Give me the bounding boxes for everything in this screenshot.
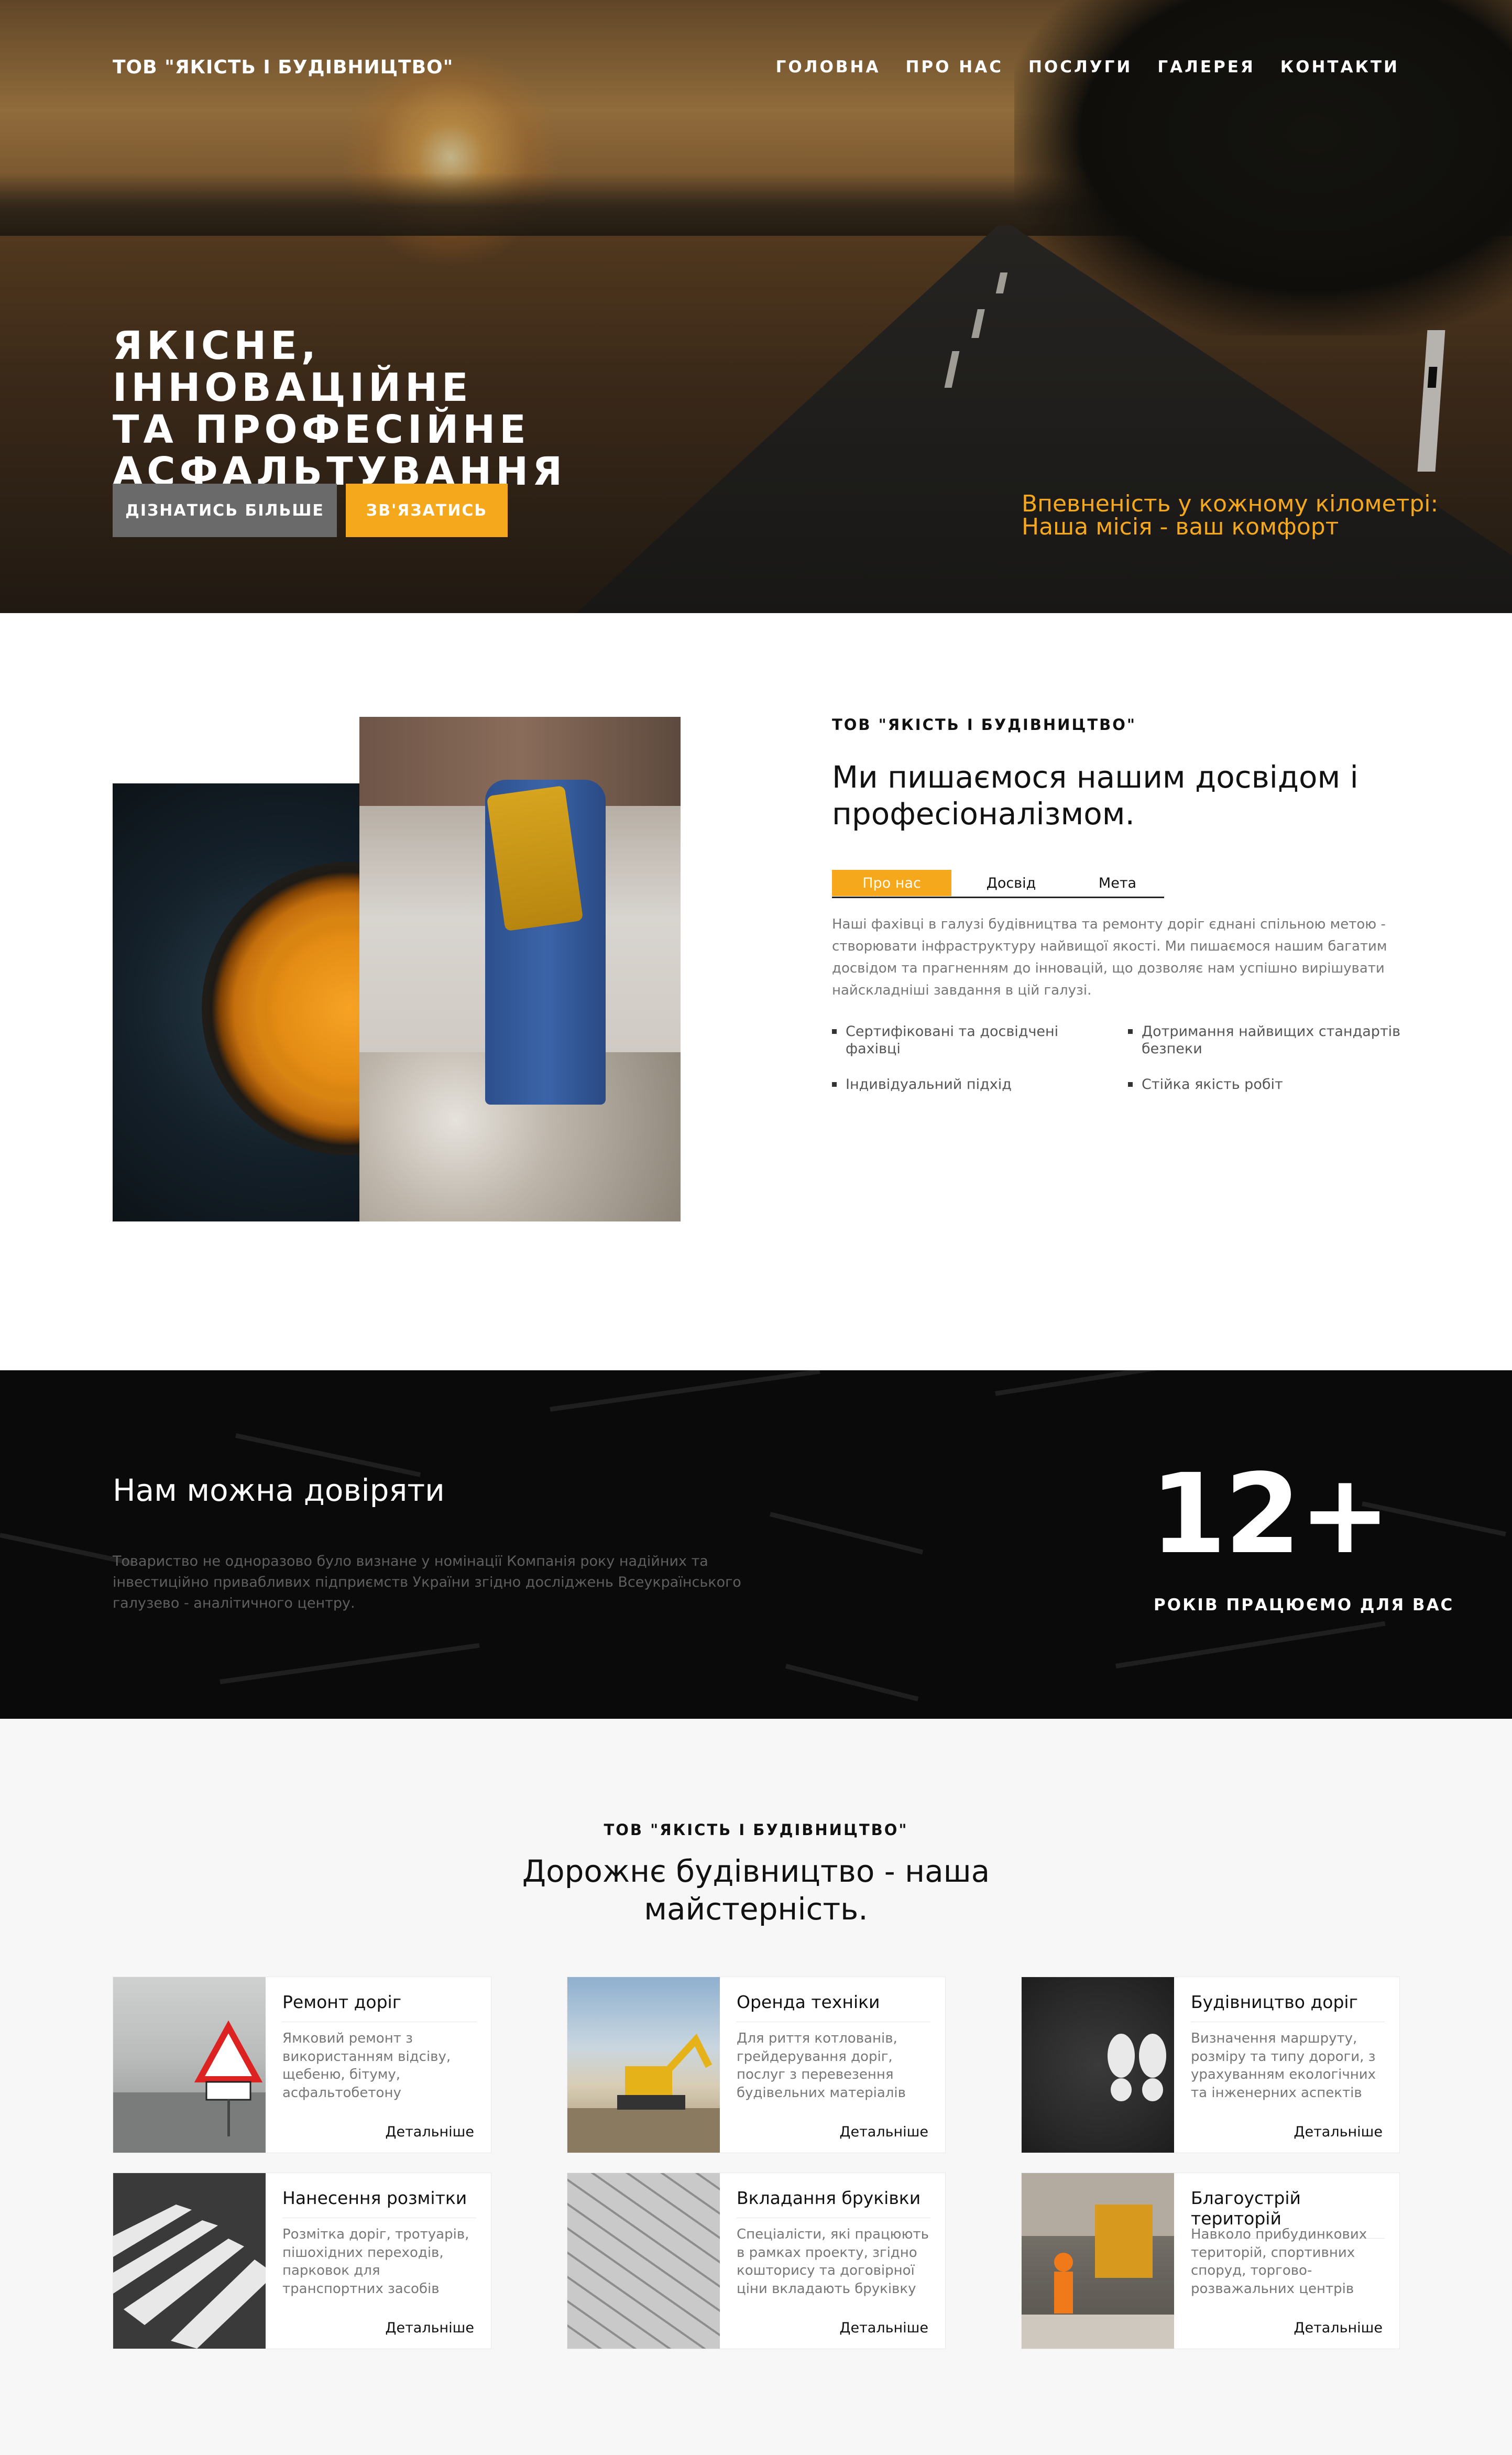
service-title: Ремонт доріг <box>282 1992 476 2022</box>
service-card-equipment-rental: Оренда техніки Для риття котлованів, гре… <box>567 1977 946 2153</box>
bg-stripe <box>235 1433 421 1477</box>
trust-text-line: Товариство не одноразово було визнане у … <box>113 1553 708 1569</box>
services-kicker: ТОВ "ЯКІСТЬ І БУДІВНИЦТВО" <box>604 1821 908 1839</box>
about-title-line: Ми пишаємося нашим досвідом і <box>832 759 1358 795</box>
details-link[interactable]: Детальніше <box>385 2320 474 2336</box>
service-card-road-marking: Нанесення розмітки Розмітка доріг, троту… <box>113 2173 491 2349</box>
services-title-line: майстерність. <box>644 1891 868 1927</box>
service-card-paving: Вкладання бруківки Спеціалісти, які прац… <box>567 2173 946 2349</box>
tagline-line: Впевненість у кожному кілометрі: <box>1022 490 1439 517</box>
wheel-photo <box>113 783 385 1221</box>
services-title: Дорожнє будівництво - наша майстерність. <box>494 1852 1018 1928</box>
trust-text: Товариство не одноразово було визнане у … <box>113 1551 773 1614</box>
contact-button[interactable]: ЗВ'ЯЗАТИСЬ <box>346 484 508 537</box>
service-text: Визначення маршруту, розміру та типу дор… <box>1191 2031 1376 2101</box>
bg-stripe <box>1115 1621 1386 1668</box>
about-text-line: створювати інфраструктуру найвищої якост… <box>832 939 1387 954</box>
footprints-icon <box>1108 2034 1166 2101</box>
bg-stripe <box>550 1370 820 1412</box>
feature-item: Індивідуальний підхід <box>832 1076 1078 1093</box>
details-link[interactable]: Детальніше <box>839 2124 928 2140</box>
details-link[interactable]: Детальніше <box>839 2320 928 2336</box>
feature-item: Дотримання найвищих стандартів безпеки <box>1128 1023 1411 1057</box>
service-image <box>113 1977 266 2153</box>
service-card-landscaping: Благоустрій територій Навколо прибудинко… <box>1021 2173 1400 2349</box>
service-image <box>567 2173 720 2349</box>
tab-experience[interactable]: Досвід <box>951 870 1071 896</box>
service-image <box>1022 1977 1174 2153</box>
crosswalk-icon <box>113 2205 266 2349</box>
service-image <box>113 2173 266 2349</box>
tab-about[interactable]: Про нас <box>832 870 951 896</box>
main-nav: ГОЛОВНА ПРО НАС ПОСЛУГИ ГАЛЕРЕЯ КОНТАКТИ <box>776 58 1399 77</box>
about-title-line: професіоналізмом. <box>832 796 1135 832</box>
services-title-line: Дорожнє будівництво - наша <box>522 1853 990 1889</box>
learn-more-button[interactable]: ДІЗНАТИСЬ БІЛЬШЕ <box>113 484 337 537</box>
jackhammer-photo <box>359 717 681 1221</box>
trust-section: Нам можна довіряти Товариство не однораз… <box>0 1370 1512 1719</box>
service-text: Ямковий ремонт з використанням відсіву, … <box>282 2031 451 2101</box>
excavator-icon <box>567 2033 720 2153</box>
workers-icon <box>1022 2173 1174 2349</box>
trust-text-line: галузево - аналітичного центру. <box>113 1595 355 1611</box>
nav-item-services[interactable]: ПОСЛУГИ <box>1028 58 1132 77</box>
service-image <box>567 1977 720 2153</box>
bg-stripe <box>220 1643 480 1684</box>
service-text: Навколо прибудинкових територій, спортив… <box>1191 2227 1367 2297</box>
trust-title: Нам можна довіряти <box>113 1472 445 1508</box>
years-caption: РОКІВ ПРАЦЮЄМО ДЛЯ ВАС <box>1154 1596 1454 1614</box>
service-title: Нанесення розмітки <box>282 2188 476 2218</box>
about-text-line: Наші фахівці в галузі будівництва та рем… <box>832 916 1386 932</box>
hero-tagline: Впевненість у кожному кілометрі: Наша мі… <box>1022 493 1438 539</box>
tagline-line: Наша місія - ваш комфорт <box>1022 514 1339 540</box>
details-link[interactable]: Детальніше <box>385 2124 474 2140</box>
bg-stripe <box>769 1512 924 1555</box>
trust-text-line: інвестиційно привабливих підприємств Укр… <box>113 1574 741 1590</box>
service-text: Для риття котлованів, грейдерування дорі… <box>737 2031 906 2101</box>
hero-title: ЯКІСНЕ, ІННОВАЦІЙНЕ ТА ПРОФЕСІЙНЕ АСФАЛЬ… <box>113 325 689 493</box>
service-text: Розмітка доріг, тротуарів, пішохідних пе… <box>282 2227 469 2297</box>
about-kicker: ТОВ "ЯКІСТЬ І БУДІВНИЦТВО" <box>832 716 1136 734</box>
service-text: Спеціалісти, які працюють в рамках проек… <box>737 2227 929 2297</box>
about-tabs: Про нас Досвід Мета <box>832 870 1164 898</box>
feature-item: Стійка якість робіт <box>1128 1076 1411 1093</box>
about-text-line: досвідом та прагненням до інновацій, що … <box>832 961 1385 976</box>
service-card-road-repair: Ремонт доріг Ямковий ремонт з використан… <box>113 1977 491 2153</box>
bg-stripe <box>995 1370 1286 1396</box>
feature-item: Сертифіковані та досвідчені фахівці <box>832 1023 1078 1057</box>
hero-section: ТОВ "ЯКІСТЬ І БУДІВНИЦТВО" ГОЛОВНА ПРО Н… <box>0 0 1512 613</box>
services-section: ТОВ "ЯКІСТЬ І БУДІВНИЦТВО" Дорожнє будів… <box>0 1719 1512 2455</box>
details-link[interactable]: Детальніше <box>1294 2320 1383 2336</box>
road-sign-icon <box>113 2020 266 2153</box>
tab-goal[interactable]: Мета <box>1071 870 1164 896</box>
service-title: Вкладання бруківки <box>737 2188 930 2218</box>
details-link[interactable]: Детальніше <box>1294 2124 1383 2140</box>
hero-title-line: ТА ПРОФЕСІЙНЕ <box>113 407 530 452</box>
service-title: Оренда техніки <box>737 1992 930 2022</box>
years-counter: 12+ <box>1150 1450 1391 1578</box>
brand-logo[interactable]: ТОВ "ЯКІСТЬ І БУДІВНИЦТВО" <box>113 57 453 78</box>
wheel-rim <box>202 862 385 1155</box>
nav-item-about[interactable]: ПРО НАС <box>905 58 1003 77</box>
nav-item-gallery[interactable]: ГАЛЕРЕЯ <box>1157 58 1255 77</box>
bg-stripe <box>785 1664 919 1701</box>
service-image <box>1022 2173 1174 2349</box>
service-card-road-building: Будівництво доріг Визначення маршруту, р… <box>1021 1977 1400 2153</box>
about-text: Наші фахівці в галузі будівництва та рем… <box>832 913 1393 1001</box>
nav-item-home[interactable]: ГОЛОВНА <box>776 58 881 77</box>
service-title: Будівництво доріг <box>1191 1992 1385 2022</box>
about-title: Ми пишаємося нашим досвідом і професіона… <box>832 759 1408 832</box>
hero-title-line: ЯКІСНЕ, ІННОВАЦІЙНЕ <box>113 323 473 410</box>
about-text-line: найскладніші завдання в цій галузі. <box>832 983 1092 998</box>
nav-item-contacts[interactable]: КОНТАКТИ <box>1280 58 1399 77</box>
